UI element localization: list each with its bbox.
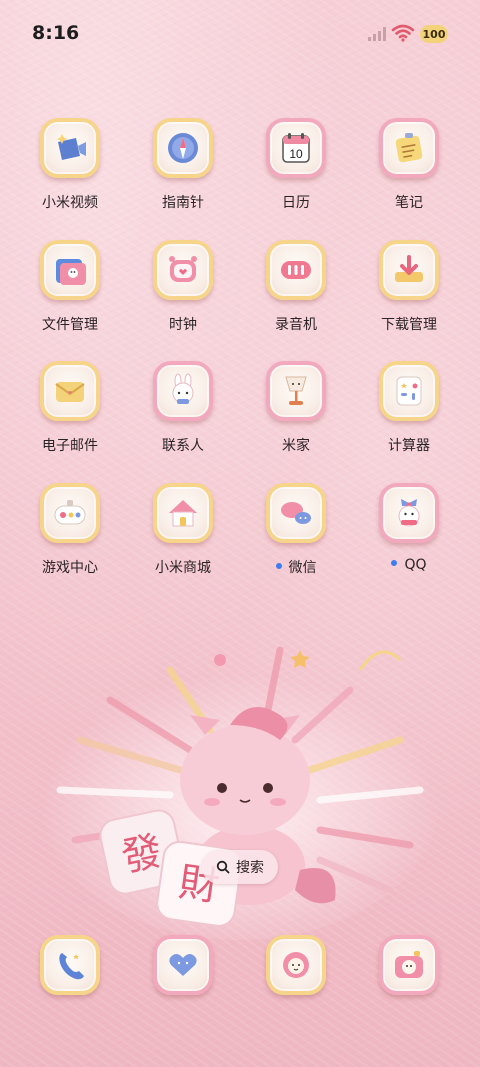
app-xiaomi-mall[interactable]: 小米商城 [133,483,233,577]
penguin-icon [398,499,420,527]
app-label: 笔记 [395,195,423,211]
new-notification-dot [391,560,398,566]
recorder-icon [281,261,311,279]
battery-indicator: 100 [420,25,448,43]
app-wechat[interactable]: 微信 [246,483,346,577]
app-label: 计算器 [388,438,430,454]
folder-icon [56,259,86,285]
signal-icon [368,27,386,41]
app-label: 微信 [246,557,346,577]
app-label: 游戏中心 [42,560,98,576]
wallpaper-dragon-art: 發 財 [40,646,440,940]
calendar-icon: 10 [282,133,310,163]
app-xiaomi-video[interactable]: 小米视频 [20,118,120,212]
search-label: 搜索 [236,860,264,876]
dock-app-phone[interactable] [20,935,120,995]
app-label: 小米商城 [155,560,211,576]
search-icon [216,860,230,874]
app-label: 米家 [282,438,310,454]
search-button[interactable]: 搜索 [202,850,278,884]
app-download-manager[interactable]: 下载管理 [359,240,459,334]
wifi-icon [391,24,415,42]
compass-icon [168,133,198,163]
house-icon [169,500,197,527]
app-game-center[interactable]: 游戏中心 [20,483,120,577]
app-notes[interactable]: 笔记 [359,118,459,212]
app-mijia[interactable]: 米家 [246,361,346,455]
notes-icon [395,133,423,163]
app-contacts[interactable]: 联系人 [133,361,233,455]
app-calendar[interactable]: 10 日历 [246,118,346,212]
app-label: 录音机 [275,317,317,333]
app-label: 下载管理 [381,317,437,333]
chat-bubbles-icon [281,502,311,524]
app-compass[interactable]: 指南针 [133,118,233,212]
lamp-icon [285,376,307,405]
contacts-icon [172,373,194,404]
app-calculator[interactable]: 计算器 [359,361,459,455]
app-label: 文件管理 [42,317,98,333]
phone-icon [59,953,84,980]
dock-app-messages[interactable] [133,935,233,995]
app-label: 时钟 [169,317,197,333]
calculator-icon [396,376,422,406]
message-bubble-icon [169,954,197,976]
app-email[interactable]: 电子邮件 [20,361,120,455]
status-time: 8:16 [32,22,80,44]
video-icon [56,134,86,160]
mail-icon [55,382,85,402]
app-label: 联系人 [162,438,204,454]
new-notification-dot [275,563,282,569]
download-icon [395,255,423,282]
gamepad-icon [54,500,86,525]
camera-icon [395,951,423,978]
app-label: 小米视频 [42,195,98,211]
calendar-day: 10 [289,147,303,161]
dock-app-camera[interactable] [359,935,459,995]
dock-app-browser[interactable] [246,935,346,995]
app-label: 日历 [282,195,310,211]
app-qq[interactable]: QQ [359,483,459,573]
app-label: 指南针 [162,195,204,211]
app-file-manager[interactable]: 文件管理 [20,240,120,334]
alarm-clock-icon [169,256,197,282]
app-recorder[interactable]: 录音机 [246,240,346,334]
status-bar: 8:16 100 [0,0,480,68]
app-label: QQ [359,557,459,573]
browser-lion-icon [283,952,309,978]
app-label: 电子邮件 [42,438,98,454]
app-clock[interactable]: 时钟 [133,240,233,334]
